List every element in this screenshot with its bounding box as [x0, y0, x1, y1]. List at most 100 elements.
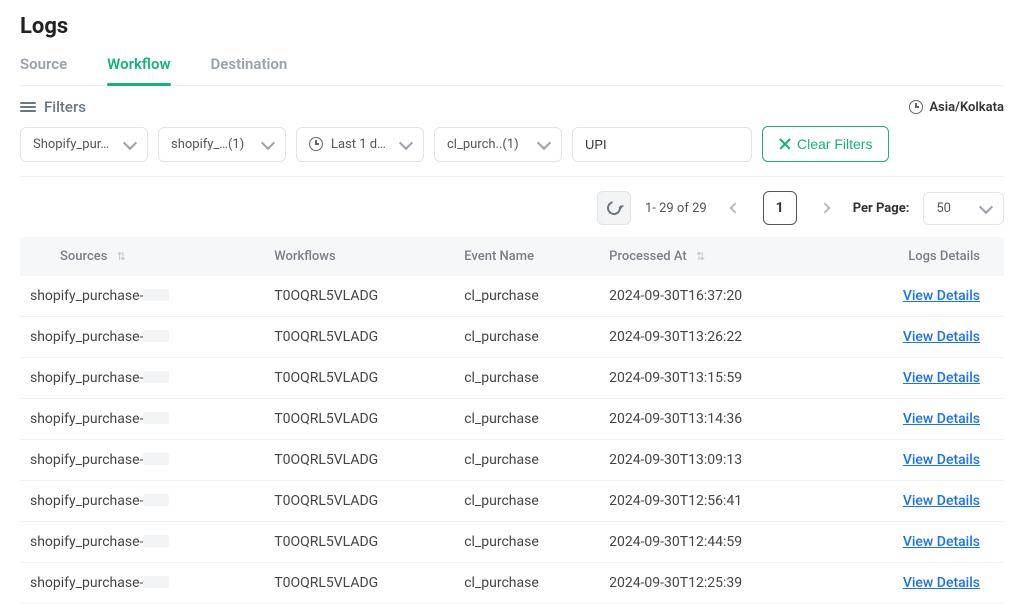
- close-icon: [779, 138, 791, 150]
- tabs: Source Workflow Destination: [20, 49, 1004, 86]
- event-filter-value: cl_purch..(1): [447, 137, 531, 152]
- masked-text: [143, 371, 169, 383]
- view-details-link[interactable]: View Details: [903, 411, 980, 427]
- cell-source: shopify_purchase-: [20, 317, 264, 358]
- date-filter-dropdown[interactable]: Last 1 d…: [296, 127, 424, 162]
- cell-details: View Details: [834, 317, 1004, 358]
- cell-workflow: T0OQRL5VLADG: [264, 522, 454, 563]
- view-details-link[interactable]: View Details: [903, 452, 980, 468]
- cell-details: View Details: [834, 481, 1004, 522]
- cell-event: cl_purchase: [454, 563, 599, 604]
- sort-icon: ⇅: [696, 250, 705, 263]
- cell-details: View Details: [834, 399, 1004, 440]
- cell-event: cl_purchase: [454, 522, 599, 563]
- tab-source[interactable]: Source: [20, 49, 67, 85]
- cell-event: cl_purchase: [454, 317, 599, 358]
- pager-range: 1- 29 of 29: [645, 201, 707, 216]
- event-filter-dropdown[interactable]: cl_purch..(1): [434, 127, 562, 162]
- filters-label-text: Filters: [44, 98, 86, 116]
- table-row: shopify_purchase-T0OQRL5VLADGcl_purchase…: [20, 522, 1004, 563]
- table-row: shopify_purchase-T0OQRL5VLADGcl_purchase…: [20, 440, 1004, 481]
- chevron-down-icon: [261, 135, 275, 149]
- next-page-button[interactable]: [811, 194, 839, 222]
- cell-event: cl_purchase: [454, 358, 599, 399]
- masked-text: [143, 535, 169, 547]
- logs-table: Sources ⇅ Workflows Event Name Processed…: [20, 237, 1004, 604]
- table-row: shopify_purchase-T0OQRL5VLADGcl_purchase…: [20, 317, 1004, 358]
- clock-icon: [309, 137, 323, 151]
- col-event[interactable]: Event Name: [454, 237, 599, 276]
- masked-text: [143, 494, 169, 506]
- tab-workflow[interactable]: Workflow: [107, 49, 170, 85]
- cell-workflow: T0OQRL5VLADG: [264, 358, 454, 399]
- cell-source: shopify_purchase-: [20, 440, 264, 481]
- table-row: shopify_purchase-T0OQRL5VLADGcl_purchase…: [20, 276, 1004, 317]
- cell-source: shopify_purchase-: [20, 481, 264, 522]
- chevron-down-icon: [399, 135, 413, 149]
- filters-label: Filters: [20, 98, 86, 116]
- prev-page-button[interactable]: [721, 194, 749, 222]
- page-title: Logs: [20, 0, 1004, 49]
- cell-event: cl_purchase: [454, 276, 599, 317]
- current-page[interactable]: 1: [763, 191, 797, 225]
- masked-text: [143, 412, 169, 424]
- clear-filters-label: Clear Filters: [797, 136, 872, 152]
- table-head-row: Sources ⇅ Workflows Event Name Processed…: [20, 237, 1004, 276]
- col-details[interactable]: Logs Details: [834, 237, 1004, 276]
- clear-filters-button[interactable]: Clear Filters: [762, 126, 889, 162]
- cell-details: View Details: [834, 563, 1004, 604]
- col-processed[interactable]: Processed At ⇅: [599, 237, 834, 276]
- view-details-link[interactable]: View Details: [903, 575, 980, 591]
- cell-processed: 2024-09-30T13:14:36: [599, 399, 834, 440]
- date-filter-value: Last 1 d…: [331, 137, 393, 152]
- cell-event: cl_purchase: [454, 440, 599, 481]
- col-processed-label: Processed At: [609, 249, 687, 264]
- cell-processed: 2024-09-30T12:56:41: [599, 481, 834, 522]
- view-details-link[interactable]: View Details: [903, 534, 980, 550]
- per-page-label: Per Page:: [853, 201, 910, 216]
- cell-event: cl_purchase: [454, 399, 599, 440]
- cell-workflow: T0OQRL5VLADG: [264, 399, 454, 440]
- masked-text: [143, 330, 169, 342]
- search-input[interactable]: [572, 127, 752, 162]
- clock-icon: [909, 100, 923, 114]
- cell-event: cl_purchase: [454, 481, 599, 522]
- timezone-text: Asia/Kolkata: [929, 100, 1004, 115]
- source-filter-dropdown[interactable]: Shopify_pur…: [20, 127, 148, 162]
- view-details-link[interactable]: View Details: [903, 329, 980, 345]
- col-sources-label: Sources: [60, 249, 107, 264]
- view-details-link[interactable]: View Details: [903, 288, 980, 304]
- cell-source: shopify_purchase-: [20, 399, 264, 440]
- masked-text: [143, 576, 169, 588]
- cell-source: shopify_purchase-: [20, 276, 264, 317]
- cell-details: View Details: [834, 440, 1004, 481]
- per-page-dropdown[interactable]: 50: [923, 192, 1004, 225]
- cell-details: View Details: [834, 276, 1004, 317]
- cell-processed: 2024-09-30T16:37:20: [599, 276, 834, 317]
- sort-icon: ⇅: [117, 250, 126, 263]
- table-row: shopify_purchase-T0OQRL5VLADGcl_purchase…: [20, 563, 1004, 604]
- view-details-link[interactable]: View Details: [903, 370, 980, 386]
- workflow-filter-value: shopify_…(1): [171, 137, 255, 152]
- cell-source: shopify_purchase-: [20, 522, 264, 563]
- workflow-filter-dropdown[interactable]: shopify_…(1): [158, 127, 286, 162]
- table-row: shopify_purchase-T0OQRL5VLADGcl_purchase…: [20, 481, 1004, 522]
- chevron-right-icon: [819, 202, 830, 213]
- view-details-link[interactable]: View Details: [903, 493, 980, 509]
- col-workflows[interactable]: Workflows: [264, 237, 454, 276]
- source-filter-value: Shopify_pur…: [33, 137, 117, 152]
- cell-workflow: T0OQRL5VLADG: [264, 563, 454, 604]
- cell-processed: 2024-09-30T13:15:59: [599, 358, 834, 399]
- refresh-button[interactable]: [597, 191, 631, 225]
- refresh-icon: [604, 198, 623, 217]
- cell-processed: 2024-09-30T13:26:22: [599, 317, 834, 358]
- chevron-down-icon: [537, 135, 551, 149]
- filter-bar: Filters Asia/Kolkata Shopify_pur… shopif…: [20, 86, 1004, 177]
- chevron-down-icon: [123, 135, 137, 149]
- col-sources[interactable]: Sources ⇅: [20, 237, 264, 276]
- pager: 1- 29 of 29 1 Per Page: 50: [20, 179, 1004, 237]
- masked-text: [143, 289, 169, 301]
- tab-destination[interactable]: Destination: [211, 49, 288, 85]
- cell-workflow: T0OQRL5VLADG: [264, 276, 454, 317]
- cell-processed: 2024-09-30T13:09:13: [599, 440, 834, 481]
